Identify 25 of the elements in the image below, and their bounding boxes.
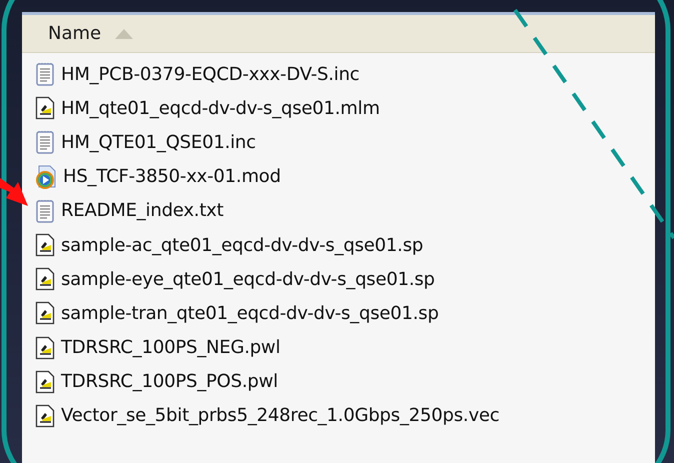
text-file-icon: [35, 198, 55, 223]
pointer-arrow: [0, 178, 28, 206]
script-file-icon: [35, 96, 55, 120]
file-name[interactable]: TDRSRC_100PS_POS.pwl: [61, 371, 278, 392]
script-file-icon: [35, 301, 55, 326]
script-file-icon: [35, 370, 55, 394]
script-file-icon: [35, 404, 55, 428]
script-file-icon: [35, 336, 55, 360]
file-name[interactable]: HM_qte01_eqcd-dv-dv-s_qse01.mlm: [61, 98, 380, 119]
script-file-icon: [35, 233, 55, 258]
file-name[interactable]: TDRSRC_100PS_NEG.pwl: [61, 337, 280, 358]
script-file-icon: [35, 267, 55, 292]
column-header[interactable]: Name: [22, 15, 655, 53]
media-file-icon: [35, 164, 57, 189]
file-name[interactable]: HS_TCF-3850-xx-01.mod: [63, 166, 281, 188]
file-name[interactable]: README_index.txt: [61, 200, 224, 222]
file-name[interactable]: Vector_se_5bit_prbs5_248rec_1.0Gbps_250ps.vec: [61, 405, 500, 426]
file-name[interactable]: sample-ac_qte01_eqcd-dv-dv-s_qse01.sp: [61, 234, 424, 256]
text-file-icon: [35, 62, 55, 86]
text-file-icon: [35, 130, 55, 154]
file-name[interactable]: HM_QTE01_QSE01.inc: [61, 132, 256, 153]
file-name[interactable]: HM_PCB-0379-EQCD-xxx-DV-S.inc: [61, 64, 360, 85]
file-name[interactable]: sample-eye_qte01_eqcd-dv-dv-s_qse01.sp: [61, 268, 435, 290]
file-name[interactable]: sample-tran_qte01_eqcd-dv-dv-s_qse01.sp: [61, 302, 439, 324]
column-label: Name: [48, 23, 102, 44]
